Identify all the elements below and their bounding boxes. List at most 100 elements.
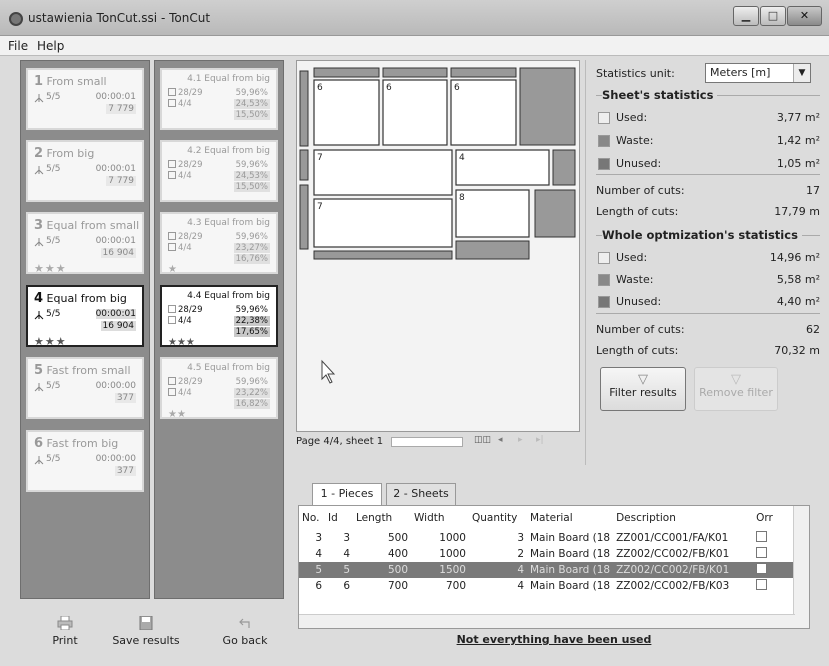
menu-bar: File Help xyxy=(0,36,829,56)
vertical-scrollbar[interactable] xyxy=(793,506,809,628)
length-label: Length of cuts: xyxy=(596,205,679,218)
waste-label: Waste: xyxy=(616,134,654,147)
result-card[interactable]: 5 Fast from small 5/5 00:00:00 377 xyxy=(26,357,144,419)
menu-file[interactable]: File xyxy=(8,39,28,53)
col-header[interactable]: Quantity xyxy=(469,506,527,530)
sheet-diagram: 6 6 6 7 4 7 8 xyxy=(299,67,576,384)
col-header[interactable]: No. xyxy=(299,506,325,530)
subresult-card[interactable]: 4.5 Equal from big 28/29 59,96% 4/4 23,2… xyxy=(160,357,278,420)
sheet-waste-row: Waste: 1,42 m² xyxy=(596,134,820,150)
result-card[interactable]: 6 Fast from big 5/5 00:00:00 377 xyxy=(26,430,144,492)
result-card[interactable]: 3 Equal from small 5/5 00:00:01 16 904 ★… xyxy=(26,212,144,275)
cell-material: Main Board (18 xyxy=(530,548,611,560)
subresult-waste-pct: 23,22% xyxy=(233,388,270,398)
subresult-sheets: 4/4 xyxy=(168,316,192,326)
prev-page-icon[interactable]: ◂ xyxy=(498,435,503,445)
subresult-card[interactable]: 4.1 Equal from big 28/29 59,96% 4/4 24,5… xyxy=(160,68,278,130)
title-bar: ustawienia TonCut.ssi - TonCut ▁ □ ✕ xyxy=(0,0,829,36)
next-page-icon[interactable]: ▸ xyxy=(518,435,523,445)
statistics-unit-select[interactable]: Meters [m] ▼ xyxy=(705,63,811,83)
menu-help[interactable]: Help xyxy=(37,39,64,53)
table-row[interactable]: 5 5 500 1500 4 Main Board (18 ZZ002/CC00… xyxy=(299,562,809,578)
whole-length-row: Length of cuts: 70,32 m xyxy=(596,344,820,360)
splitter[interactable] xyxy=(585,60,586,465)
waste-block xyxy=(552,149,576,186)
result-title: 2 From big xyxy=(34,146,95,161)
back-arrow-icon xyxy=(239,618,250,628)
tree-icon xyxy=(34,238,44,247)
tree-icon xyxy=(34,383,44,392)
table-row[interactable]: 4 4 400 1000 2 Main Board (18 ZZ002/CC00… xyxy=(299,546,809,562)
orientation-checkbox[interactable] xyxy=(756,579,768,590)
sheet-icon xyxy=(168,99,176,107)
go-back-button[interactable]: Go back xyxy=(210,616,280,647)
unused-swatch xyxy=(598,158,610,170)
maximize-button[interactable]: □ xyxy=(760,6,786,26)
waste-block xyxy=(519,67,576,146)
print-button[interactable]: Print xyxy=(30,616,100,647)
save-results-label: Save results xyxy=(112,634,180,647)
col-header[interactable]: Material xyxy=(527,506,613,530)
save-results-button[interactable]: Save results xyxy=(111,616,181,647)
orientation-checkbox[interactable] xyxy=(756,563,768,574)
waste-strip xyxy=(299,184,309,250)
sheet-cuts-row: Number of cuts: 17 xyxy=(596,184,820,200)
save-icon xyxy=(139,616,153,630)
result-card[interactable]: 4 Equal from big 5/5 00:00:01 16 904 ★★★ xyxy=(26,285,144,348)
close-button[interactable]: ✕ xyxy=(787,6,822,26)
col-header[interactable]: Width xyxy=(411,506,469,530)
whole-used-row: Used: 14,96 m² xyxy=(596,251,820,267)
orientation-checkbox[interactable] xyxy=(756,547,768,558)
piece-label: 6 xyxy=(454,83,460,93)
cell-quantity: 4 xyxy=(517,580,524,592)
cuts-value: 62 xyxy=(806,323,820,336)
used-label: Used: xyxy=(616,251,648,264)
result-time: 00:00:00 xyxy=(95,381,136,391)
waste-value: 1,42 m² xyxy=(776,134,820,147)
filter-results-button[interactable]: ▽ Filter results xyxy=(600,367,686,411)
waste-strip xyxy=(299,149,309,181)
subresult-title: 4.5 Equal from big xyxy=(187,363,270,373)
go-back-label: Go back xyxy=(222,634,268,647)
minimize-button[interactable]: ▁ xyxy=(733,6,759,26)
subresult-used-pct: 59,96% xyxy=(235,305,268,315)
page-slider[interactable] xyxy=(391,437,463,447)
horizontal-scrollbar[interactable] xyxy=(299,614,795,628)
result-card[interactable]: 2 From big 5/5 00:00:01 7 779 xyxy=(26,140,144,202)
piece-label: 6 xyxy=(386,83,392,93)
cuts-value: 17 xyxy=(806,184,820,197)
result-card[interactable]: 1 From small 5/5 00:00:01 7 779 xyxy=(26,68,144,130)
window-title: ustawienia TonCut.ssi - TonCut xyxy=(28,11,211,25)
sheet-piece xyxy=(455,149,550,186)
subresult-card[interactable]: 4.3 Equal from big 28/29 59,96% 4/4 23,2… xyxy=(160,212,278,275)
page-info: Page 4/4, sheet 1 xyxy=(296,436,384,447)
sheet-piece xyxy=(382,79,448,146)
col-header[interactable]: Description xyxy=(613,506,753,530)
zoom-icon[interactable]: ◫◫ xyxy=(474,435,491,445)
tab-pieces[interactable]: 1 - Pieces xyxy=(312,483,382,506)
table-row[interactable]: 6 6 700 700 4 Main Board (18 ZZ002/CC002… xyxy=(299,578,809,594)
pieces-icon xyxy=(168,377,176,385)
result-time: 00:00:00 xyxy=(95,454,136,464)
cell-quantity: 4 xyxy=(469,562,527,578)
subresult-card[interactable]: 4.4 Equal from big 28/29 59,96% 4/4 22,3… xyxy=(160,285,278,348)
tree-icon xyxy=(34,311,44,320)
tab-sheets[interactable]: 2 - Sheets xyxy=(386,483,456,505)
last-page-icon[interactable]: ▸| xyxy=(536,435,544,445)
app-window: ustawienia TonCut.ssi - TonCut ▁ □ ✕ Fil… xyxy=(0,0,829,666)
table-row[interactable]: 3 3 500 1000 3 Main Board (18 ZZ001/CC00… xyxy=(299,530,809,546)
status-message[interactable]: Not everything have been used xyxy=(298,633,810,646)
sheet-layout-view[interactable]: 6 6 6 7 4 7 8 xyxy=(296,60,580,432)
cell-length: 500 xyxy=(387,532,408,544)
whole-cuts-row: Number of cuts: 62 xyxy=(596,323,820,339)
cell-material: Main Board (18 xyxy=(530,580,611,592)
subresult-title: 4.3 Equal from big xyxy=(187,218,270,228)
orientation-checkbox[interactable] xyxy=(756,531,768,542)
cell-description: ZZ002/CC002/FB/K03 xyxy=(616,580,730,592)
subresult-title: 4.4 Equal from big xyxy=(187,291,270,301)
subresult-card[interactable]: 4.2 Equal from big 28/29 59,96% 4/4 24,5… xyxy=(160,140,278,202)
col-header[interactable]: Length xyxy=(353,506,411,530)
remove-filter-button[interactable]: ▽ Remove filter xyxy=(694,367,778,411)
col-header[interactable]: Id xyxy=(325,506,353,530)
subresult-unused-pct: 16,76% xyxy=(233,254,270,264)
